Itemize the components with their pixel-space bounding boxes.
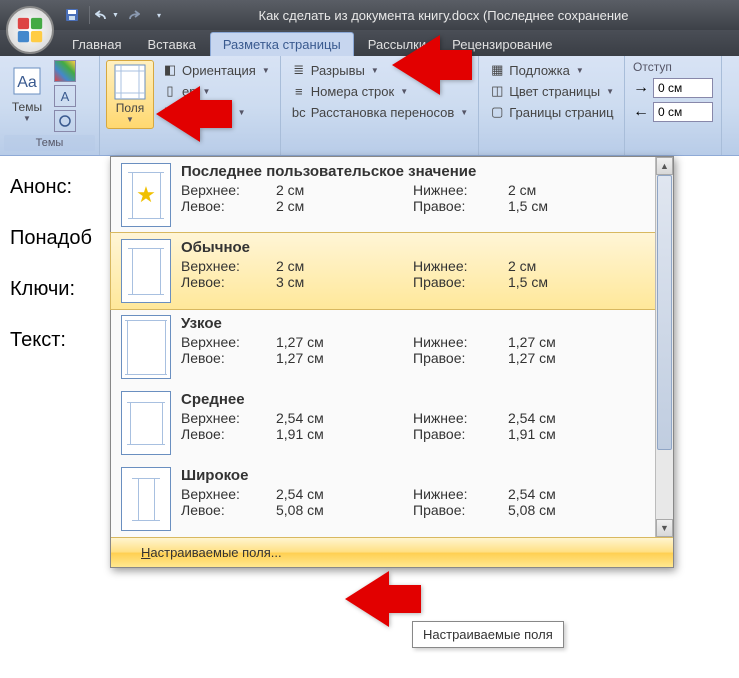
margin-option-normal[interactable]: Обычное Верхнее:2 см Нижнее:2 см Левое:3…: [110, 232, 656, 310]
margin-option-title: Широкое: [181, 467, 645, 484]
indent-left-input[interactable]: [653, 78, 713, 98]
margin-thumb-icon: ★: [121, 163, 171, 227]
custom-margins-button[interactable]: Настраиваемые поля...: [111, 537, 673, 567]
ribbon: Aa Темы ▼ A Темы Поля ▼ ◧Ориентац: [0, 56, 739, 156]
themes-button[interactable]: Aa Темы ▼: [4, 60, 50, 127]
hyphenation-label: Расстановка переносов: [311, 105, 455, 120]
margin-option-title: Последнее пользовательское значение: [181, 163, 645, 180]
save-button[interactable]: [60, 4, 84, 26]
group-themes-label: Темы: [4, 135, 95, 151]
annotation-arrow-icon: [156, 86, 232, 147]
scroll-down-button[interactable]: ▼: [656, 519, 673, 537]
star-icon: ★: [136, 182, 156, 208]
redo-icon: [126, 9, 140, 21]
margins-dropdown: ★ Последнее пользовательское значение Ве…: [110, 156, 674, 568]
orientation-button[interactable]: ◧Ориентация▼: [158, 60, 274, 80]
watermark-icon: ▦: [489, 62, 505, 78]
page-borders-label: Границы страниц: [509, 105, 613, 120]
watermark-button[interactable]: ▦Подложка▼: [485, 60, 618, 80]
hyphenation-button[interactable]: bcРасстановка переносов▼: [287, 102, 472, 122]
undo-icon: [95, 9, 111, 21]
page-borders-button[interactable]: ▢ Границы страниц: [485, 102, 618, 122]
tab-insert[interactable]: Вставка: [135, 33, 207, 56]
margin-option-title: Среднее: [181, 391, 645, 408]
margin-thumb-icon: [121, 391, 171, 455]
line-numbers-label: Номера строк: [311, 84, 394, 99]
indent-left-icon: →: [633, 79, 649, 97]
qat-customize-button[interactable]: ▾: [147, 4, 171, 26]
scroll-up-button[interactable]: ▲: [656, 157, 673, 175]
group-indent: Отступ → ←: [625, 56, 722, 155]
svg-text:Aa: Aa: [17, 74, 37, 91]
quick-access-toolbar: ▼ ▾: [60, 4, 171, 26]
custom-margins-label: Настраиваемые поля...: [141, 545, 282, 560]
margin-thumb-icon: [121, 315, 171, 379]
theme-fonts-button[interactable]: A: [54, 85, 76, 107]
margin-thumb-icon: [121, 467, 171, 531]
page-borders-icon: ▢: [489, 104, 505, 120]
orientation-label: Ориентация: [182, 63, 256, 78]
themes-label: Темы: [12, 100, 42, 114]
breaks-icon: ≣: [291, 62, 307, 78]
margin-option-wide[interactable]: Широкое Верхнее:2,54 см Нижнее:2,54 см Л…: [111, 461, 655, 537]
breaks-label: Разрывы: [311, 63, 365, 78]
chevron-down-icon: ▼: [23, 114, 31, 123]
title-bar: ▼ ▾ Как сделать из документа книгу.docx …: [0, 0, 739, 30]
group-themes: Aa Темы ▼ A Темы: [0, 56, 100, 155]
watermark-label: Подложка: [509, 63, 570, 78]
tooltip: Настраиваемые поля: [412, 621, 564, 648]
ribbon-tabs: Главная Вставка Разметка страницы Рассыл…: [0, 30, 739, 56]
office-button[interactable]: [6, 6, 54, 54]
hyphenation-icon: bc: [291, 104, 307, 120]
theme-effects-button[interactable]: [54, 110, 76, 132]
chevron-down-icon: ▼: [126, 115, 134, 124]
margin-option-last-custom[interactable]: ★ Последнее пользовательское значение Ве…: [111, 157, 655, 233]
indent-heading: Отступ: [633, 60, 713, 74]
page-color-label: Цвет страницы: [509, 84, 600, 99]
indent-right-icon: ←: [633, 103, 649, 121]
margin-option-narrow[interactable]: Узкое Верхнее:1,27 см Нижнее:1,27 см Лев…: [111, 309, 655, 385]
indent-right-input[interactable]: [653, 102, 713, 122]
scroll-thumb[interactable]: [657, 175, 672, 450]
themes-icon: Aa: [10, 64, 44, 98]
office-logo-icon: [15, 15, 45, 45]
page-color-button[interactable]: ◫Цвет страницы▼: [485, 81, 618, 101]
undo-button[interactable]: ▼: [95, 4, 119, 26]
group-page-background: ▦Подложка▼ ◫Цвет страницы▼ ▢Границы стра…: [479, 56, 625, 155]
tab-page-layout[interactable]: Разметка страницы: [210, 32, 354, 56]
margin-option-title: Узкое: [181, 315, 645, 332]
margins-label: Поля: [116, 101, 145, 115]
margin-option-moderate[interactable]: Среднее Верхнее:2,54 см Нижнее:2,54 см Л…: [111, 385, 655, 461]
margins-icon: [113, 65, 147, 99]
tab-home[interactable]: Главная: [60, 33, 133, 56]
save-icon: [64, 7, 80, 23]
document-title: Как сделать из документа книгу.docx (Пос…: [259, 8, 629, 23]
annotation-arrow-icon: [345, 571, 421, 632]
theme-colors-button[interactable]: [54, 60, 76, 82]
margin-thumb-icon: [121, 239, 171, 303]
line-numbers-icon: ≡: [291, 83, 307, 99]
margin-option-title: Обычное: [181, 239, 645, 256]
redo-button[interactable]: [121, 4, 145, 26]
annotation-arrow-icon: [392, 35, 472, 100]
orientation-icon: ◧: [162, 62, 178, 78]
dropdown-scrollbar[interactable]: ▲ ▼: [655, 157, 673, 537]
page-color-icon: ◫: [489, 83, 505, 99]
margins-button[interactable]: Поля ▼: [106, 60, 154, 129]
